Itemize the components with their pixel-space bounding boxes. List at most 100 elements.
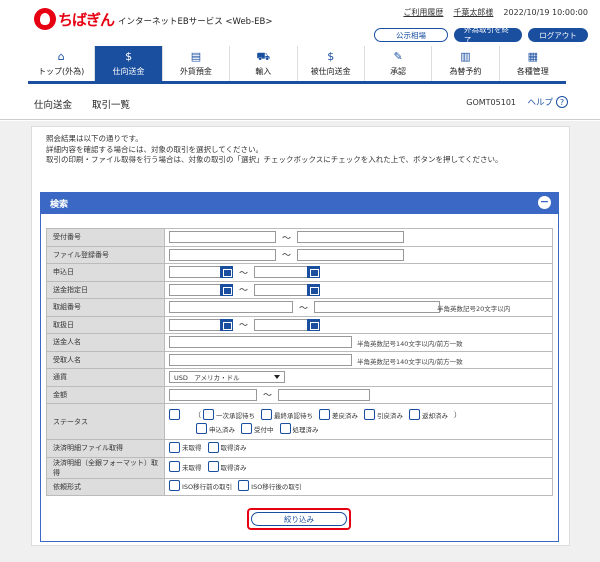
search-button-highlight: 絞り込み	[247, 508, 351, 530]
request-type-option[interactable]: ISO移行後の取引	[238, 480, 301, 492]
status-option[interactable]: 最終承認待ち	[261, 409, 313, 420]
trade-date-from-input[interactable]	[169, 318, 221, 331]
ref-no-to-input[interactable]	[314, 301, 441, 314]
status-all-checkbox[interactable]	[169, 409, 180, 420]
remittance-icon: $	[125, 50, 133, 63]
receiver-input[interactable]	[169, 353, 352, 366]
paren-open: （	[194, 410, 201, 419]
status-checkbox[interactable]	[196, 423, 207, 434]
detail-file-option[interactable]: 未取得	[169, 441, 202, 453]
usage-history-link[interactable]: ご利用履歴	[403, 7, 443, 18]
nav-label: 為替予約	[449, 67, 482, 76]
status-checkbox[interactable]	[364, 409, 375, 420]
ref-no-from-input[interactable]	[169, 301, 293, 314]
status-option[interactable]: 一次承認待ち	[203, 409, 255, 420]
request-type-checkbox[interactable]	[238, 480, 250, 492]
logo-text: ちばぎん	[58, 10, 115, 29]
row-apply-date: 申込日 ～	[46, 263, 553, 282]
row-sender: 送金人名 半角英数記号140文字以内/前方一致	[46, 333, 553, 352]
logout-button[interactable]: ログアウト	[528, 28, 588, 42]
status-option[interactable]: 申込済み	[196, 423, 235, 434]
file-no-to-input[interactable]	[297, 248, 405, 261]
detail-file-checkbox[interactable]	[169, 441, 180, 453]
header-buttons: 公示相場 外為取引を終了 ログアウト	[374, 25, 588, 45]
calendar-icon[interactable]	[307, 266, 321, 279]
detail-full-checkbox[interactable]	[207, 461, 219, 472]
status-option[interactable]: 返却済み	[409, 409, 448, 420]
row-detail-file: 決済明細ファイル取得 未取得 取得済み	[46, 439, 553, 458]
detail-full-checkbox[interactable]	[169, 461, 180, 472]
row-ref-no: 取組番号 ～ 半角英数記号20文字以内	[46, 298, 553, 317]
send-date-to-input[interactable]	[254, 283, 309, 296]
calendar-icon[interactable]	[220, 283, 233, 296]
detail-full-label: 取得済み	[220, 463, 247, 472]
filter-button[interactable]: 絞り込み	[251, 512, 347, 526]
nav-item-7[interactable]: ▦ 各種管理	[498, 46, 566, 81]
status-checkbox[interactable]	[241, 423, 252, 434]
request-type-option[interactable]: ISO移行前の取引	[169, 480, 232, 492]
service-name: インターネットEBサービス <Web-EB>	[118, 16, 273, 27]
user-name-link[interactable]: 千葉太郎様	[453, 7, 493, 18]
info-line: 取引の印刷・ファイル取得を行う場合は、対象の取引の「選択」チェックボックスにチェ…	[46, 155, 503, 164]
section-title: 仕向送金	[34, 100, 73, 111]
nav-item-5[interactable]: ✎ 承認	[363, 46, 431, 81]
send-date-from-input[interactable]	[169, 283, 221, 296]
tilde: ～	[299, 303, 309, 314]
calendar-icon[interactable]	[220, 266, 233, 279]
approval-icon: ✎	[393, 50, 403, 63]
nav-item-2[interactable]: ▤ 外貨預金	[161, 46, 229, 81]
row-request-type: 依頼形式 ISO移行前の取引 ISO移行後の取引	[46, 477, 553, 496]
search-header[interactable]: 検索 −	[40, 192, 559, 214]
status-checkbox[interactable]	[261, 409, 272, 420]
incoming-remittance-icon: $	[327, 50, 335, 63]
sender-input[interactable]	[169, 336, 352, 349]
header: ちばぎん インターネットEBサービス <Web-EB> ご利用履歴 千葉太郎様 …	[0, 0, 600, 46]
apply-date-to-input[interactable]	[254, 266, 309, 279]
status-checkbox[interactable]	[279, 423, 291, 434]
row-send-date: 送金指定日 ～	[46, 280, 553, 299]
status-option[interactable]: 受付中	[241, 423, 274, 434]
logo-mark-icon	[34, 8, 56, 30]
status-checkbox[interactable]	[409, 409, 420, 420]
label-currency: 通貨	[46, 368, 165, 387]
nav-label: 承認	[390, 67, 407, 76]
file-no-from-input[interactable]	[169, 248, 276, 261]
collapse-icon[interactable]: −	[538, 196, 551, 209]
detail-file-option[interactable]: 取得済み	[207, 441, 247, 453]
detail-full-option[interactable]: 未取得	[169, 461, 202, 472]
status-option[interactable]: 差戻済み	[319, 409, 358, 420]
receipt-no-from-input[interactable]	[169, 231, 276, 244]
label-amount: 金額	[46, 385, 165, 404]
info-line: 詳細内容を確認する場合には、対象の取引を選択してください。	[46, 144, 264, 154]
currency-select[interactable]: USD アメリカ・ドル	[169, 371, 285, 384]
request-type-checkbox[interactable]	[169, 480, 180, 492]
title-bar: 仕向送金 取引一覧 GOMT05101 ヘルプ?	[0, 84, 600, 120]
status-option[interactable]: 処理済み	[279, 423, 319, 434]
nav-item-3[interactable]: ⛟ 輸入	[229, 46, 296, 81]
paren-close: ）	[454, 410, 461, 419]
apply-date-from-input[interactable]	[169, 266, 221, 279]
fx-contract-icon: ▥	[460, 50, 471, 63]
status-checkbox[interactable]	[203, 409, 214, 420]
tilde: ～	[239, 286, 249, 297]
nav-item-6[interactable]: ▥ 為替予約	[431, 46, 498, 81]
calendar-icon[interactable]	[220, 318, 233, 331]
status-label: 差戻済み	[332, 411, 358, 420]
rates-button[interactable]: 公示相場	[374, 28, 448, 42]
help-link[interactable]: ヘルプ?	[527, 96, 568, 108]
trade-date-to-input[interactable]	[254, 318, 309, 331]
end-fx-button[interactable]: 外為取引を終了	[454, 25, 522, 45]
status-label: 一次承認待ち	[216, 411, 255, 420]
nav-item-0[interactable]: ⌂ トップ(外為)	[28, 46, 94, 81]
detail-file-checkbox[interactable]	[207, 441, 219, 453]
amount-to-input[interactable]	[278, 388, 371, 401]
amount-from-input[interactable]	[169, 388, 257, 401]
detail-full-option[interactable]: 取得済み	[207, 461, 247, 472]
status-option[interactable]: 引戻済み	[364, 409, 403, 420]
calendar-icon[interactable]	[307, 318, 321, 331]
calendar-icon[interactable]	[307, 283, 321, 296]
nav-item-1[interactable]: $ 仕向送金	[94, 46, 162, 81]
nav-item-4[interactable]: $ 被仕向送金	[296, 46, 364, 81]
status-checkbox[interactable]	[319, 409, 330, 420]
receipt-no-to-input[interactable]	[297, 231, 405, 244]
